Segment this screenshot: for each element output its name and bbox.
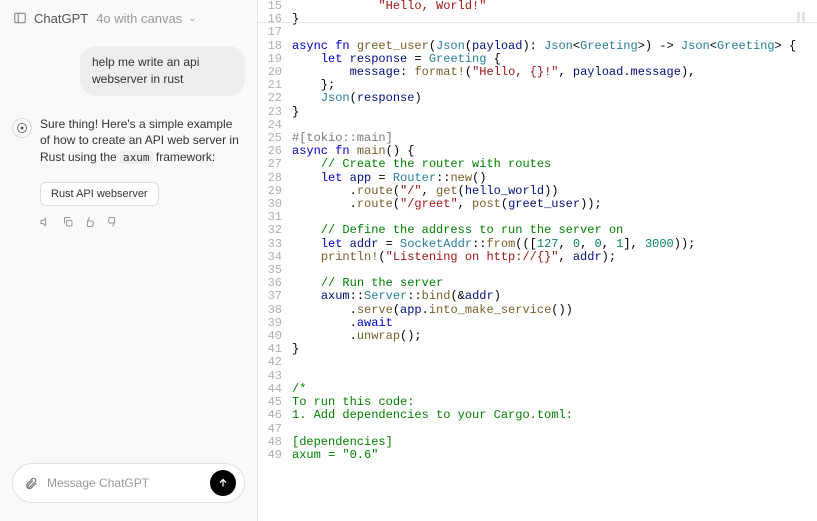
message-actions <box>40 216 245 231</box>
input-box[interactable] <box>12 463 245 503</box>
code-line[interactable]: 41} <box>258 343 817 356</box>
line-number: 38 <box>258 304 292 317</box>
line-code[interactable] <box>292 356 817 369</box>
canvas-editor[interactable]: 15 "Hello, World!"16}1718async fn greet_… <box>258 0 817 521</box>
model-selector[interactable]: ChatGPT 4o with canvas ⌄ <box>0 0 257 36</box>
line-number: 22 <box>258 92 292 105</box>
code-line[interactable]: 43 <box>258 370 817 383</box>
assistant-text: Sure thing! Here's a simple example of h… <box>40 116 245 166</box>
line-number: 37 <box>258 290 292 303</box>
model-suffix: 4o with canvas <box>96 11 182 26</box>
code-line[interactable]: 49axum = "0.6" <box>258 449 817 462</box>
model-name: ChatGPT <box>34 11 88 26</box>
chat-messages: help me write an api webserver in rust S… <box>0 36 257 453</box>
line-number: 46 <box>258 409 292 422</box>
code-line[interactable]: 461. Add dependencies to your Cargo.toml… <box>258 409 817 422</box>
send-button[interactable] <box>210 470 236 496</box>
assistant-avatar-icon <box>12 118 32 138</box>
code-line[interactable]: 34 println!("Listening on http://{}", ad… <box>258 251 817 264</box>
line-code[interactable]: 1. Add dependencies to your Cargo.toml: <box>292 409 817 422</box>
line-number: 42 <box>258 356 292 369</box>
code-line[interactable]: 23} <box>258 106 817 119</box>
code-line[interactable]: 22 Json(response) <box>258 92 817 105</box>
line-code[interactable]: println!("Listening on http://{}", addr)… <box>292 251 817 264</box>
line-number: 47 <box>258 423 292 436</box>
line-code[interactable]: "Hello, World!" <box>292 0 817 13</box>
user-bubble: help me write an api webserver in rust <box>80 46 245 96</box>
assistant-message: Sure thing! Here's a simple example of h… <box>12 116 245 166</box>
chevron-down-icon: ⌄ <box>188 13 196 24</box>
line-code[interactable]: .unwrap(); <box>292 330 817 343</box>
line-number: 27 <box>258 158 292 171</box>
line-code[interactable]: } <box>292 106 817 119</box>
line-code[interactable]: } <box>292 343 817 356</box>
code-line[interactable]: 15 "Hello, World!" <box>258 0 817 13</box>
line-code[interactable]: } <box>292 13 817 26</box>
line-number: 33 <box>258 238 292 251</box>
line-number: 43 <box>258 370 292 383</box>
user-message: help me write an api webserver in rust <box>12 46 245 96</box>
chat-sidebar: ChatGPT 4o with canvas ⌄ help me write a… <box>0 0 258 521</box>
line-number: 49 <box>258 449 292 462</box>
thumbs-down-icon[interactable] <box>106 216 118 231</box>
thumbs-up-icon[interactable] <box>84 216 96 231</box>
line-number: 48 <box>258 436 292 449</box>
line-code[interactable]: axum = "0.6" <box>292 449 817 462</box>
line-code[interactable]: message: format!("Hello, {}!", payload.m… <box>292 66 817 79</box>
open-canvas-button[interactable]: Rust API webserver <box>40 182 159 206</box>
code-line[interactable]: 30 .route("/greet", post(greet_user)); <box>258 198 817 211</box>
code-line[interactable]: 16} <box>258 13 817 26</box>
line-code[interactable] <box>292 370 817 383</box>
line-code[interactable]: .route("/greet", post(greet_user)); <box>292 198 817 211</box>
input-area <box>0 453 257 521</box>
copy-icon[interactable] <box>62 216 74 231</box>
line-number: 17 <box>258 26 292 39</box>
code-line[interactable]: 40 .unwrap(); <box>258 330 817 343</box>
line-number: 18 <box>258 40 292 53</box>
line-number: 23 <box>258 106 292 119</box>
chat-input[interactable] <box>47 476 202 490</box>
line-number: 28 <box>258 172 292 185</box>
framework-code: axum <box>120 151 153 164</box>
sidebar-toggle-icon[interactable] <box>12 10 28 26</box>
line-code[interactable]: Json(response) <box>292 92 817 105</box>
code-line[interactable]: 20 message: format!("Hello, {}!", payloa… <box>258 66 817 79</box>
read-aloud-icon[interactable] <box>40 216 52 231</box>
code-line[interactable]: 42 <box>258 356 817 369</box>
line-number: 32 <box>258 224 292 237</box>
assistant-text-post: framework: <box>153 150 216 164</box>
attach-icon[interactable] <box>23 475 39 491</box>
